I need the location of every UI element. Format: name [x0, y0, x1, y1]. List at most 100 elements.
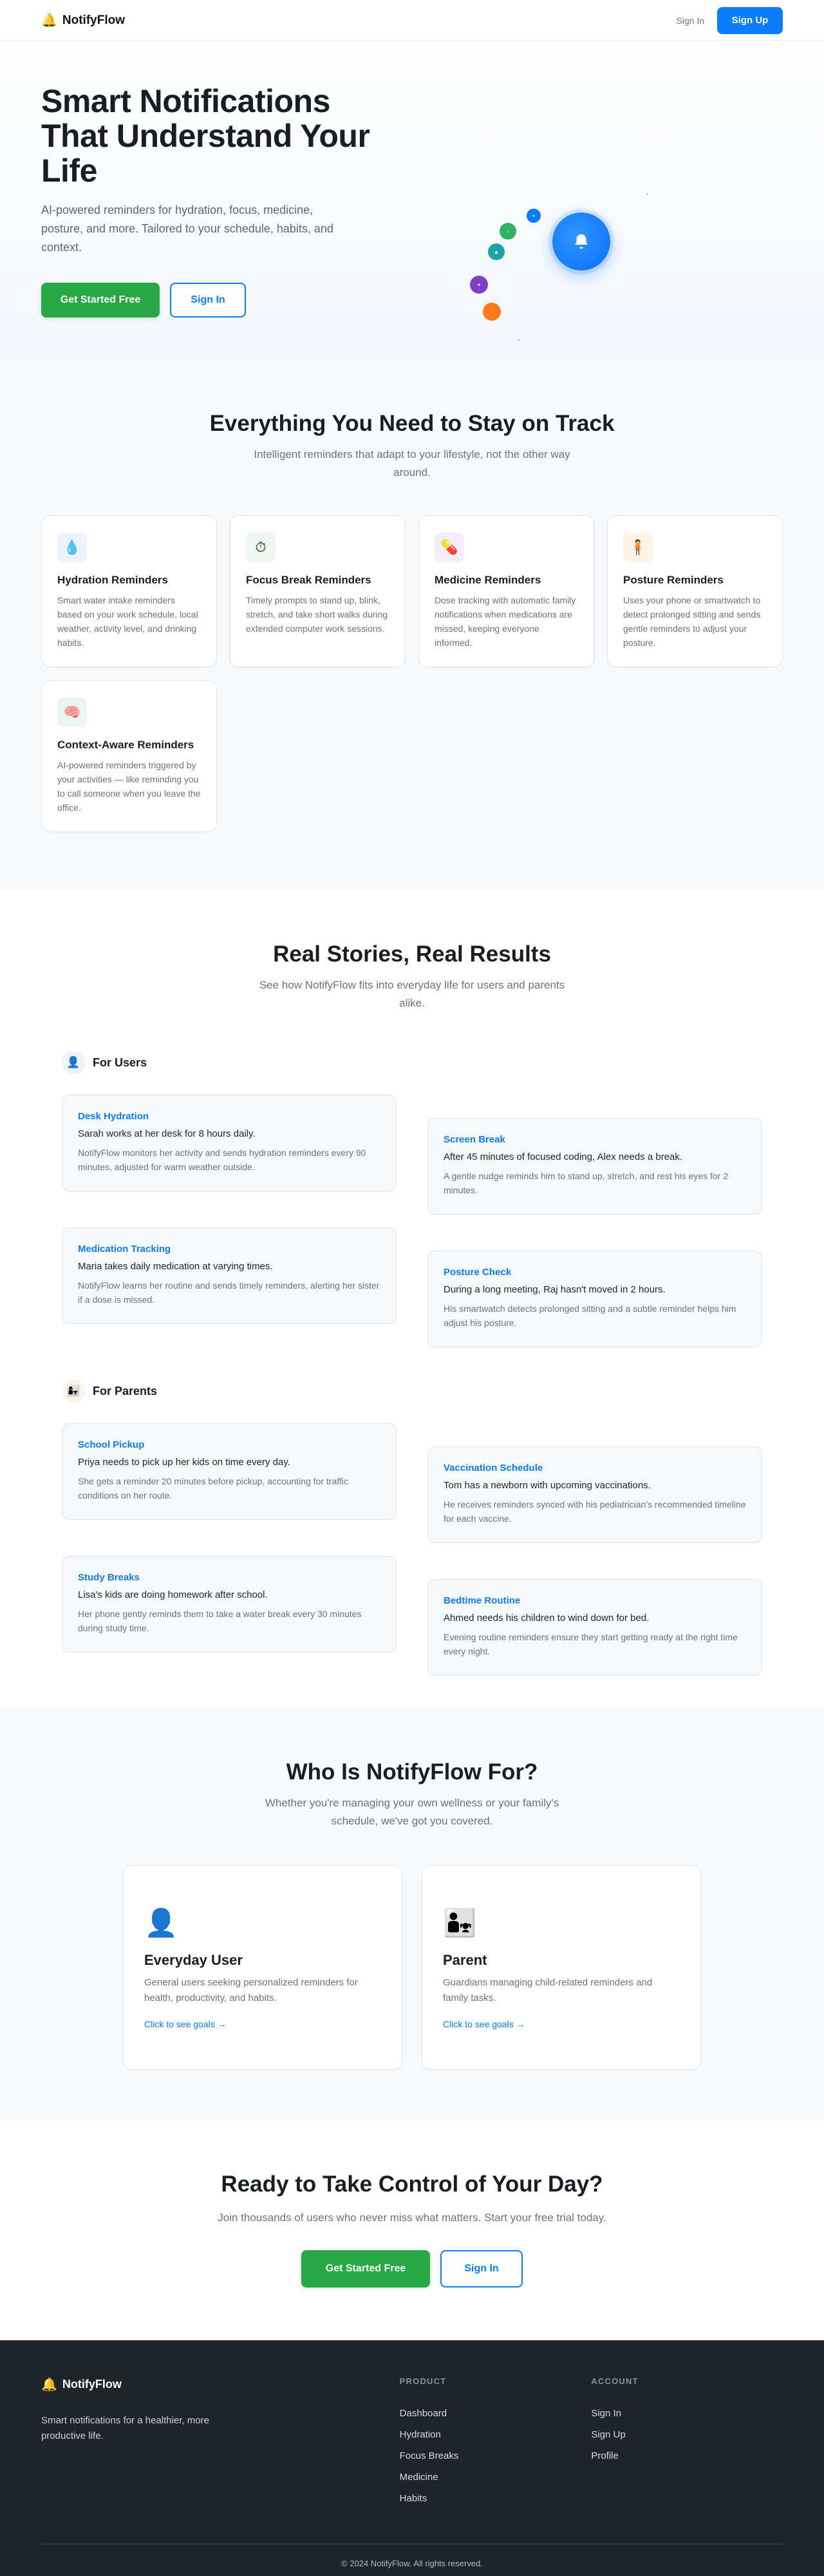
audience-grid: 👤 Everyday User General users seeking pe…: [0, 1865, 824, 2070]
feature-card-posture[interactable]: 🧍 Posture Reminders Uses your phone or s…: [607, 515, 783, 667]
feature-card-medicine[interactable]: 💊 Medicine Reminders Dose tracking with …: [418, 515, 594, 667]
story-lead: Maria takes daily medication at varying …: [78, 1261, 273, 1272]
footer-account-links: Sign In Sign Up Profile: [591, 2408, 783, 2472]
standing-person-icon: 🧍: [623, 533, 653, 562]
audience-card-everyday-user[interactable]: 👤 Everyday User General users seeking pe…: [123, 1865, 402, 2070]
parents-story-grid: School Pickup Priya needs to pick up her…: [62, 1423, 762, 1676]
footer-brand-name: NotifyFlow: [62, 2378, 122, 2391]
nav-actions: Sign In Sign Up: [676, 6, 783, 34]
audience-card-title: Parent: [443, 1952, 487, 1968]
audience-section: Who Is NotifyFlow For? Whether you're ma…: [0, 1708, 824, 2120]
story-lead: Sarah works at her desk for 8 hours dail…: [78, 1128, 256, 1139]
hero-get-started-button[interactable]: Get Started Free: [41, 283, 160, 317]
footer-product-column: PRODUCT Dashboard Hydration Focus Breaks…: [400, 2376, 592, 2514]
posture-dot-icon: ·: [483, 303, 501, 321]
footer-link-hydration[interactable]: Hydration: [400, 2429, 592, 2450]
story-lead: Lisa's kids are doing homework after sch…: [78, 1589, 268, 1600]
audience-card-desc: Guardians managing child-related reminde…: [443, 1977, 653, 2003]
footer-link-focus-breaks[interactable]: Focus Breaks: [400, 2450, 592, 2472]
story-card-medication-tracking[interactable]: Medication Tracking Maria takes daily me…: [62, 1227, 397, 1324]
footer-account-heading: ACCOUNT: [591, 2376, 639, 2386]
feature-title: Hydration Reminders: [57, 574, 168, 586]
parent-child-icon: 👩‍👧: [62, 1379, 85, 1403]
features-title: Everything You Need to Stay on Track: [209, 411, 615, 436]
audience-goals-link[interactable]: Click to see goals →: [443, 2019, 525, 2029]
feature-card-focus[interactable]: ⏱ Focus Break Reminders Timely prompts t…: [230, 515, 406, 667]
cta-title: Ready to Take Control of Your Day?: [221, 2172, 603, 2197]
hero-sign-in-button[interactable]: Sign In: [170, 283, 246, 317]
features-subtitle: Intelligent reminders that adapt to your…: [254, 448, 570, 478]
medicine-dot-icon: +: [470, 276, 488, 294]
audience-goals-link[interactable]: Click to see goals →: [144, 2019, 227, 2029]
feature-card-context[interactable]: 🧠 Context-Aware Reminders AI-powered rem…: [41, 680, 217, 832]
user-silhouette-icon: 👤: [144, 1908, 178, 1938]
water-dot-icon: ◦: [500, 223, 516, 240]
nav-sign-up-button[interactable]: Sign Up: [717, 6, 783, 34]
top-navbar: 🔔 NotifyFlow Sign In Sign Up: [0, 0, 824, 41]
footer-account-column: ACCOUNT Sign In Sign Up Profile: [591, 2376, 783, 2514]
feature-title: Context-Aware Reminders: [57, 739, 194, 751]
parents-group-label: For Parents: [93, 1384, 158, 1397]
story-card-study-breaks[interactable]: Study Breaks Lisa's kids are doing homew…: [62, 1556, 397, 1653]
cta-subtitle: Join thousands of users who never miss w…: [218, 2211, 606, 2224]
focus-dot-icon: ▲: [488, 243, 505, 260]
hero-actions: Get Started Free Sign In: [41, 283, 783, 317]
brand-name: NotifyFlow: [62, 13, 126, 27]
feature-desc: AI-powered reminders triggered by your a…: [57, 760, 201, 813]
story-card-school-pickup[interactable]: School Pickup Priya needs to pick up her…: [62, 1423, 397, 1520]
audience-subtitle: Whether you're managing your own wellnes…: [265, 1797, 559, 1827]
story-title: Desk Hydration: [78, 1111, 149, 1122]
brain-icon: 🧠: [57, 697, 87, 727]
story-title: Study Breaks: [78, 1572, 140, 1583]
audience-title: Who Is NotifyFlow For?: [286, 1759, 538, 1785]
nav-sign-in-link[interactable]: Sign In: [676, 15, 704, 26]
footer-copyright: © 2024 NotifyFlow. All rights reserved.: [41, 2544, 783, 2568]
footer-logo[interactable]: 🔔 NotifyFlow: [41, 2376, 400, 2392]
story-title: Vaccination Schedule: [444, 1463, 543, 1473]
stories-section: Real Stories, Real Results See how Notif…: [0, 890, 824, 1708]
story-detail: NotifyFlow monitors her activity and sen…: [78, 1148, 366, 1172]
feature-desc: Smart water intake reminders based on yo…: [57, 595, 198, 648]
notification-dot-icon: •: [527, 209, 541, 223]
story-lead: During a long meeting, Raj hasn't moved …: [444, 1284, 666, 1295]
story-detail: Her phone gently reminds them to take a …: [78, 1609, 362, 1633]
bell-icon: 🔔: [41, 14, 57, 28]
stories-title: Real Stories, Real Results: [273, 942, 551, 967]
user-icon: 👤: [62, 1051, 85, 1074]
audience-card-desc: General users seeking personalized remin…: [144, 1977, 358, 2003]
feature-desc: Dose tracking with automatic family noti…: [435, 595, 576, 648]
brand-logo[interactable]: 🔔 NotifyFlow: [41, 12, 125, 28]
features-section: Everything You Need to Stay on Track Int…: [0, 361, 824, 890]
cta-sign-in-button[interactable]: Sign In: [440, 2250, 523, 2287]
footer-link-medicine[interactable]: Medicine: [400, 2472, 592, 2493]
story-title: Medication Tracking: [78, 1244, 171, 1255]
story-card-vaccination-schedule[interactable]: Vaccination Schedule Tom has a newborn w…: [427, 1446, 762, 1543]
sparkle-icon: [646, 193, 648, 195]
story-card-screen-break[interactable]: Screen Break After 45 minutes of focused…: [427, 1118, 762, 1215]
footer-link-habits[interactable]: Habits: [400, 2493, 592, 2514]
footer-link-profile[interactable]: Profile: [591, 2450, 783, 2472]
story-detail: A gentle nudge reminds him to stand up, …: [444, 1171, 729, 1195]
story-detail: His smartwatch detects prolonged sitting…: [444, 1303, 736, 1328]
feature-card-hydration[interactable]: 💧 Hydration Reminders Smart water intake…: [41, 515, 217, 667]
story-card-bedtime-routine[interactable]: Bedtime Routine Ahmed needs his children…: [427, 1579, 762, 1676]
parent-child-icon: 👨‍👧: [443, 1908, 477, 1938]
water-drop-icon: 💧: [57, 533, 87, 562]
feature-desc: Timely prompts to stand up, blink, stret…: [246, 595, 388, 634]
story-card-posture-check[interactable]: Posture Check During a long meeting, Raj…: [427, 1251, 762, 1347]
hero-title: Smart Notifications That Understand Your…: [41, 83, 370, 189]
audience-card-parent[interactable]: 👨‍👧 Parent Guardians managing child-rela…: [422, 1865, 701, 2070]
cta-section: Ready to Take Control of Your Day? Join …: [0, 2120, 824, 2340]
cta-get-started-button[interactable]: Get Started Free: [301, 2250, 430, 2287]
footer-product-heading: PRODUCT: [399, 2376, 447, 2386]
footer-link-sign-in[interactable]: Sign In: [591, 2408, 783, 2429]
footer-link-sign-up[interactable]: Sign Up: [591, 2429, 783, 2450]
story-card-desk-hydration[interactable]: Desk Hydration Sarah works at her desk f…: [62, 1095, 397, 1191]
story-lead: Priya needs to pick up her kids on time …: [78, 1457, 290, 1468]
story-title: Screen Break: [444, 1134, 505, 1145]
footer-link-dashboard[interactable]: Dashboard: [400, 2408, 592, 2429]
cta-actions: Get Started Free Sign In: [0, 2250, 824, 2287]
stories-subtitle: See how NotifyFlow fits into everyday li…: [259, 979, 565, 1009]
hero-illustration: • ◦ ▲ + ·: [464, 193, 657, 348]
bell-icon: 🔔: [41, 2378, 57, 2392]
